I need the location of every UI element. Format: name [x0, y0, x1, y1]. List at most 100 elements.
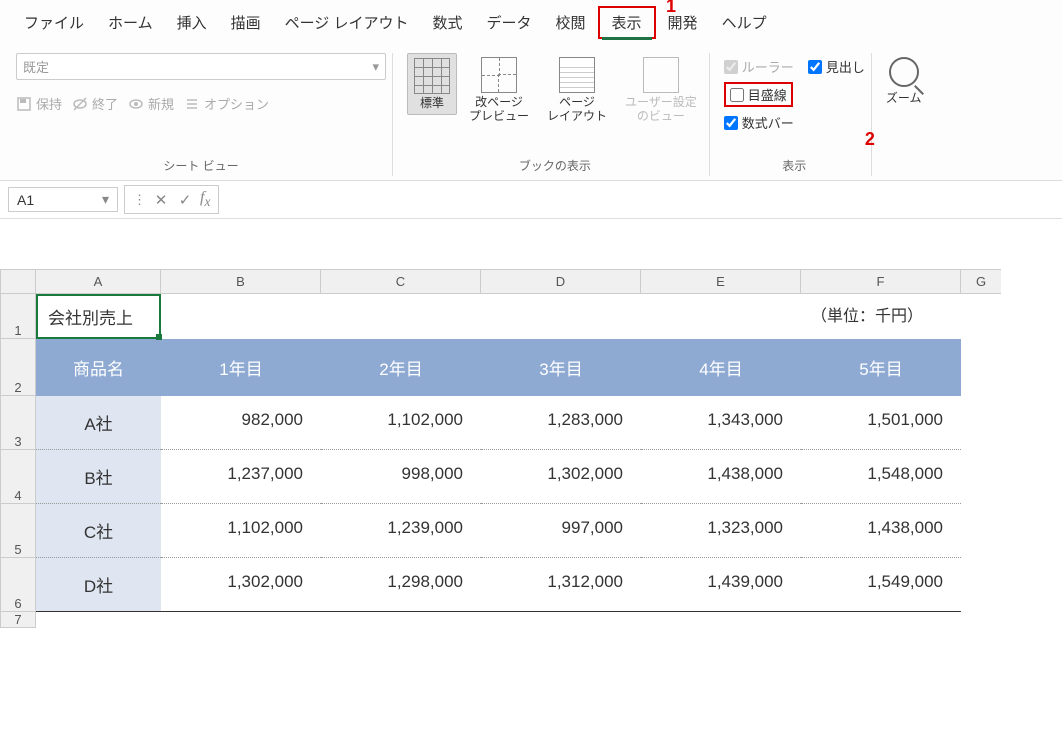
page-break-preview-button[interactable]: 改ページ プレビュー: [463, 53, 535, 128]
exit-button[interactable]: 終了: [72, 94, 118, 113]
cell-C2[interactable]: 2年目: [321, 339, 481, 396]
menu-draw[interactable]: 描画: [219, 8, 273, 37]
cell-B6[interactable]: 1,302,000: [161, 558, 321, 612]
cell-F2[interactable]: 5年目: [801, 339, 961, 396]
cell-C5[interactable]: 1,239,000: [321, 504, 481, 558]
cell-G6[interactable]: [961, 558, 1001, 612]
row-header-1[interactable]: 1: [0, 294, 36, 339]
col-header-B[interactable]: B: [161, 269, 321, 294]
row-header-2[interactable]: 2: [0, 339, 36, 396]
col-header-D[interactable]: D: [481, 269, 641, 294]
grid[interactable]: A B C D E F G 1 会社別売上 （単位：千円） 2 商品名 1年目 …: [0, 269, 1062, 628]
cell-E3[interactable]: 1,343,000: [641, 396, 801, 450]
menu-data[interactable]: データ: [475, 8, 544, 37]
cell-D4[interactable]: 1,302,000: [481, 450, 641, 504]
row-header-6[interactable]: 6: [0, 558, 36, 612]
cell-F1[interactable]: （単位：千円）: [801, 294, 961, 339]
cell-G1[interactable]: [961, 294, 1001, 339]
cell-C1[interactable]: [321, 294, 481, 339]
fx-icon[interactable]: fx: [200, 189, 210, 210]
cell-E5[interactable]: 1,323,000: [641, 504, 801, 558]
cell-A6[interactable]: D社: [36, 558, 161, 612]
menu-home[interactable]: ホーム: [96, 8, 165, 37]
options-button[interactable]: オプション: [184, 94, 269, 113]
cell-F7[interactable]: [801, 612, 961, 628]
menu-page-layout[interactable]: ページ レイアウト: [273, 8, 421, 37]
cell-E4[interactable]: 1,438,000: [641, 450, 801, 504]
cell-E1[interactable]: [641, 294, 801, 339]
cell-F6[interactable]: 1,549,000: [801, 558, 961, 612]
formula-bar-checkbox-input[interactable]: [724, 116, 738, 130]
cell-G7[interactable]: [961, 612, 1001, 628]
headings-checkbox[interactable]: 見出し: [808, 57, 865, 76]
new-button[interactable]: 新規: [128, 94, 174, 113]
cell-G2[interactable]: [961, 339, 1001, 396]
cell-A1[interactable]: 会社別売上: [36, 294, 161, 339]
chevron-down-icon: ▾: [372, 59, 379, 75]
cell-C3[interactable]: 1,102,000: [321, 396, 481, 450]
page-layout-button[interactable]: ページ レイアウト: [541, 53, 613, 128]
cell-E2[interactable]: 4年目: [641, 339, 801, 396]
col-header-G[interactable]: G: [961, 269, 1001, 294]
gridlines-checkbox[interactable]: 目盛線: [724, 82, 793, 107]
cell-B4[interactable]: 1,237,000: [161, 450, 321, 504]
cell-C6[interactable]: 1,298,000: [321, 558, 481, 612]
show-group-label: 表示: [782, 153, 806, 176]
cell-C4[interactable]: 998,000: [321, 450, 481, 504]
cancel-formula-button[interactable]: ✕: [152, 191, 170, 209]
cell-B7[interactable]: [161, 612, 321, 628]
menu-help[interactable]: ヘルプ: [710, 8, 779, 37]
cell-A7[interactable]: [36, 612, 161, 628]
cell-B2[interactable]: 1年目: [161, 339, 321, 396]
row-header-4[interactable]: 4: [0, 450, 36, 504]
normal-view-icon: [414, 58, 450, 94]
cell-D5[interactable]: 997,000: [481, 504, 641, 558]
name-box[interactable]: A1 ▾: [8, 187, 118, 212]
menu-formulas[interactable]: 数式: [420, 8, 474, 37]
enter-formula-button[interactable]: ✓: [176, 191, 194, 209]
keep-button[interactable]: 保持: [16, 94, 62, 113]
cell-A2[interactable]: 商品名: [36, 339, 161, 396]
col-header-F[interactable]: F: [801, 269, 961, 294]
cell-D7[interactable]: [481, 612, 641, 628]
cell-G5[interactable]: [961, 504, 1001, 558]
cell-D6[interactable]: 1,312,000: [481, 558, 641, 612]
cell-D2[interactable]: 3年目: [481, 339, 641, 396]
more-icon[interactable]: ⋮: [133, 192, 146, 208]
headings-checkbox-input[interactable]: [808, 60, 822, 74]
row-header-7[interactable]: 7: [0, 612, 36, 628]
row-header-5[interactable]: 5: [0, 504, 36, 558]
cell-G4[interactable]: [961, 450, 1001, 504]
menu-developer[interactable]: 開発: [656, 8, 710, 37]
cell-F5[interactable]: 1,438,000: [801, 504, 961, 558]
col-header-C[interactable]: C: [321, 269, 481, 294]
cell-E7[interactable]: [641, 612, 801, 628]
cell-C7[interactable]: [321, 612, 481, 628]
cell-D3[interactable]: 1,283,000: [481, 396, 641, 450]
cell-D1[interactable]: [481, 294, 641, 339]
cell-E6[interactable]: 1,439,000: [641, 558, 801, 612]
row-header-3[interactable]: 3: [0, 396, 36, 450]
gridlines-checkbox-input[interactable]: [730, 88, 744, 102]
menu-insert[interactable]: 挿入: [165, 8, 219, 37]
normal-view-button[interactable]: 標準: [407, 53, 457, 115]
cell-G3[interactable]: [961, 396, 1001, 450]
col-header-E[interactable]: E: [641, 269, 801, 294]
cell-B3[interactable]: 982,000: [161, 396, 321, 450]
cell-A3[interactable]: A社: [36, 396, 161, 450]
menu-file[interactable]: ファイル: [12, 8, 96, 37]
cell-F4[interactable]: 1,548,000: [801, 450, 961, 504]
cell-A5[interactable]: C社: [36, 504, 161, 558]
cell-F3[interactable]: 1,501,000: [801, 396, 961, 450]
menu-view[interactable]: 表示: [598, 6, 656, 39]
menu-review[interactable]: 校閲: [544, 8, 598, 37]
cell-B5[interactable]: 1,102,000: [161, 504, 321, 558]
cell-A4[interactable]: B社: [36, 450, 161, 504]
zoom-button[interactable]: ズーム: [886, 53, 922, 105]
select-all-corner[interactable]: [0, 269, 36, 294]
custom-view-button[interactable]: ユーザー設定 のビュー: [619, 53, 703, 128]
sheet-view-dropdown[interactable]: 既定 ▾: [16, 53, 386, 80]
formula-bar-checkbox[interactable]: 数式バー: [724, 113, 794, 132]
cell-B1[interactable]: [161, 294, 321, 339]
col-header-A[interactable]: A: [36, 269, 161, 294]
